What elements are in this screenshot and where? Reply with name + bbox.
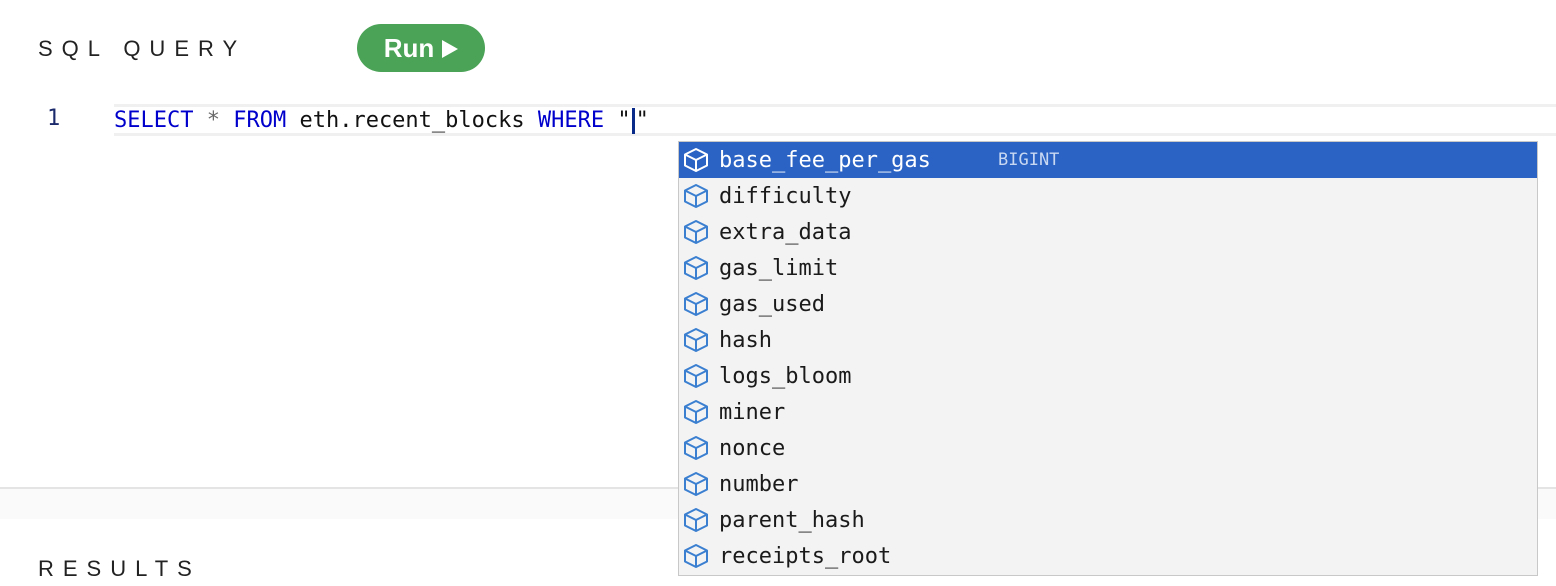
autocomplete-item-label: extra_data <box>719 219 852 245</box>
line-number: 1 <box>47 106 61 131</box>
field-cube-icon <box>681 145 711 175</box>
autocomplete-item-label: difficulty <box>719 183 852 209</box>
autocomplete-item-label: parent_hash <box>719 507 865 533</box>
autocomplete-item-label: gas_used <box>719 291 825 317</box>
autocomplete-item[interactable]: number <box>679 466 1537 502</box>
field-cube-icon <box>681 325 711 355</box>
autocomplete-item[interactable]: hash <box>679 322 1537 358</box>
autocomplete-item-label: hash <box>719 327 772 353</box>
field-cube-icon <box>681 217 711 247</box>
keyword-where: WHERE <box>537 108 605 133</box>
autocomplete-item[interactable]: gas_limit <box>679 250 1537 286</box>
code-line[interactable]: SELECT * FROM eth.recent_blocks WHERE " " <box>114 104 1556 136</box>
field-cube-icon <box>681 541 711 571</box>
autocomplete-item[interactable]: logs_bloom <box>679 358 1537 394</box>
sql-query-title: SQL QUERY <box>38 36 247 61</box>
keyword-select: SELECT <box>114 108 194 133</box>
autocomplete-item-label: miner <box>719 399 786 425</box>
autocomplete-item[interactable]: miner <box>679 394 1537 430</box>
run-button-label: Run <box>383 32 435 63</box>
field-cube-icon <box>681 433 711 463</box>
select-star: * <box>206 108 220 133</box>
autocomplete-item[interactable]: base_fee_per_gas BIGINT <box>679 142 1537 178</box>
autocomplete-item-label: logs_bloom <box>719 363 852 389</box>
run-button[interactable]: Run <box>357 24 485 72</box>
field-cube-icon <box>681 289 711 319</box>
autocomplete-item-label: base_fee_per_gas <box>719 147 931 173</box>
quote-open: " <box>617 108 631 133</box>
field-cube-icon <box>681 397 711 427</box>
keyword-from: FROM <box>233 108 287 133</box>
autocomplete-item[interactable]: gas_used <box>679 286 1537 322</box>
autocomplete-item-label: receipts_root <box>719 543 892 569</box>
autocomplete-item[interactable]: difficulty <box>679 178 1537 214</box>
autocomplete-item-label: number <box>719 471 799 497</box>
field-cube-icon <box>681 505 711 535</box>
text-cursor <box>631 108 635 134</box>
autocomplete-item-label: nonce <box>719 435 786 461</box>
play-icon <box>442 39 459 58</box>
quote-close: " <box>635 108 649 133</box>
query-header: SQL QUERY Run <box>38 0 638 96</box>
autocomplete-item-label: gas_limit <box>719 255 839 281</box>
column-type-label: BIGINT <box>998 150 1060 170</box>
autocomplete-item[interactable]: receipts_root <box>679 538 1537 574</box>
autocomplete-dropdown[interactable]: base_fee_per_gas BIGINT difficulty extra_da… <box>678 141 1538 576</box>
field-cube-icon <box>681 361 711 391</box>
table-name: eth.recent_blocks <box>299 108 525 133</box>
field-cube-icon <box>681 253 711 283</box>
results-title: RESULTS <box>38 556 201 581</box>
autocomplete-item[interactable]: parent_hash <box>679 502 1537 538</box>
field-cube-icon <box>681 181 711 211</box>
autocomplete-item[interactable]: extra_data <box>679 214 1537 250</box>
autocomplete-item[interactable]: nonce <box>679 430 1537 466</box>
field-cube-icon <box>681 469 711 499</box>
